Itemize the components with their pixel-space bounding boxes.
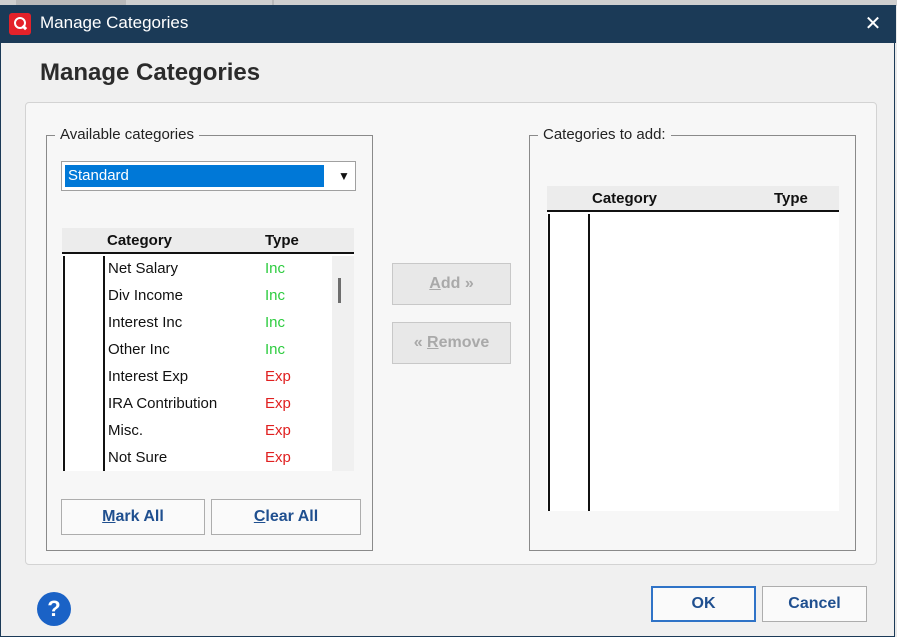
list-item-category: IRA Contribution — [108, 395, 218, 412]
scrollbar-thumb[interactable] — [338, 278, 341, 303]
page-title: Manage Categories — [40, 59, 261, 86]
to-add-list-header: Category Type — [547, 186, 839, 212]
list-item-category: Other Inc — [108, 341, 170, 358]
manage-categories-dialog: Manage Categories ✕ Manage Categories Av… — [0, 5, 896, 637]
title-bar: Manage Categories ✕ — [1, 5, 896, 43]
mark-all-mnemonic: M — [102, 508, 116, 525]
list-item-category: Interest Inc — [108, 314, 183, 331]
add-mnemonic: A — [429, 275, 441, 292]
column-header-category: Category — [107, 232, 173, 249]
categories-to-add-group: Categories to add: Category Type — [529, 126, 856, 551]
chevron-down-icon[interactable]: ▼ — [332, 162, 356, 190]
list-item[interactable]: Interest Exp Exp — [62, 364, 332, 391]
grid-left-border — [548, 214, 550, 511]
column-header-type: Type — [265, 232, 299, 249]
list-item-category: Misc. — [108, 422, 143, 439]
list-scrollbar[interactable] — [332, 256, 354, 471]
remove-button[interactable]: « Remove — [392, 322, 511, 364]
remove-label: emove — [438, 334, 490, 351]
clear-all-mnemonic: C — [253, 508, 266, 525]
remove-mnemonic: R — [427, 334, 439, 351]
content-panel: Available categories Standard ▼ Category… — [25, 102, 877, 565]
mark-all-label: ark All — [115, 508, 164, 525]
categories-to-add-list[interactable]: Category Type — [547, 186, 839, 511]
grid-column-divider — [588, 214, 590, 511]
category-set-dropdown[interactable]: Standard ▼ — [61, 161, 356, 191]
list-item-type: Exp — [265, 449, 291, 466]
clear-all-button[interactable]: Clear All — [211, 499, 361, 535]
list-item-category: Not Sure — [108, 449, 168, 466]
list-item[interactable]: Interest Inc Inc — [62, 310, 332, 337]
list-item[interactable]: Misc. Exp — [62, 418, 332, 445]
list-item-category: Div Income — [108, 287, 184, 304]
available-categories-group: Available categories Standard ▼ Category… — [46, 126, 373, 551]
remove-prefix: « — [413, 334, 428, 351]
categories-to-add-legend: Categories to add: — [538, 126, 671, 143]
list-item-type: Inc — [265, 314, 286, 331]
clear-all-label: lear All — [265, 508, 319, 525]
list-item[interactable]: Div Income Inc — [62, 283, 332, 310]
list-item-type: Inc — [265, 260, 286, 277]
list-item-type: Exp — [265, 422, 291, 439]
available-categories-list: Category Type Net Salary Inc Div Income … — [62, 228, 354, 471]
app-logo-icon — [9, 13, 31, 35]
list-item-type: Inc — [265, 341, 286, 358]
list-item[interactable]: Other Inc Inc — [62, 337, 332, 364]
list-item-type: Exp — [265, 395, 291, 412]
list-item[interactable]: Not Sure Exp — [62, 445, 332, 472]
list-item[interactable]: IRA Contribution Exp — [62, 391, 332, 418]
list-item-type: Exp — [265, 368, 291, 385]
category-set-selected: Standard — [65, 165, 324, 187]
add-label: dd » — [440, 275, 474, 292]
window-title: Manage Categories — [40, 13, 189, 32]
column-header-category: Category — [592, 190, 658, 207]
ok-button[interactable]: OK — [651, 586, 756, 622]
list-item-category: Net Salary — [108, 260, 179, 277]
mark-all-button[interactable]: Mark All — [61, 499, 205, 535]
available-categories-legend: Available categories — [55, 126, 199, 143]
list-item-category: Interest Exp — [108, 368, 189, 385]
cancel-button[interactable]: Cancel — [762, 586, 867, 622]
column-header-type: Type — [774, 190, 808, 207]
list-item[interactable]: Net Salary Inc — [62, 256, 332, 283]
available-list-header: Category Type — [62, 228, 354, 254]
help-icon[interactable]: ? — [37, 592, 71, 626]
list-item-type: Inc — [265, 287, 286, 304]
close-icon[interactable]: ✕ — [859, 10, 887, 38]
add-button[interactable]: Add » — [392, 263, 511, 305]
